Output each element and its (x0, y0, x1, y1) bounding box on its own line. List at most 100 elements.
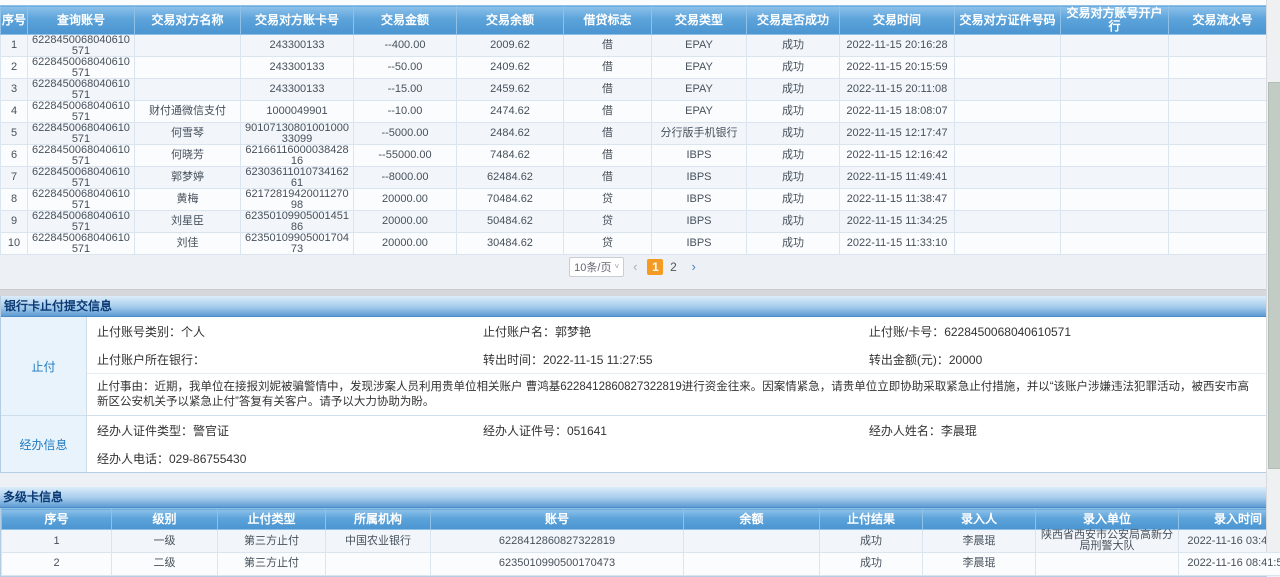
cell: IBPS (652, 145, 747, 167)
multi-card-table-wrap: 序号级别止付类型所属机构账号余额止付结果录入人录入单位录入时间 1一级第三方止付… (0, 508, 1267, 577)
cell (955, 167, 1061, 189)
field: 止付事由：近期，我单位在接报刘妮被骗警情中，发现涉案人员利用贵单位相关账户 曹鸿… (97, 380, 1256, 410)
cell: 6228450068040610571 (28, 35, 135, 57)
cell (1061, 57, 1169, 79)
cell: 刘佳 (135, 233, 241, 255)
field-row: 经办人证件类型：警官证经办人证件号：051641经办人姓名：李晨琨 (87, 416, 1266, 444)
cell: IBPS (652, 189, 747, 211)
cell: EPAY (652, 101, 747, 123)
page-size-select[interactable]: 10条/页 ˅ (569, 257, 624, 277)
cell (135, 57, 241, 79)
cell (1169, 101, 1277, 123)
column-header: 序号 (2, 509, 112, 530)
cell: 借 (564, 79, 652, 101)
field: 止付账户名：郭梦艳 (483, 323, 869, 340)
cell: 成功 (747, 57, 840, 79)
stop-payment-panel-title: 银行卡止付提交信息 (1, 296, 1266, 317)
cell (1061, 167, 1169, 189)
cell: 2022-11-15 11:49:41 (840, 167, 955, 189)
cell: 3 (1, 79, 28, 101)
cell: 黄梅 (135, 189, 241, 211)
cell (955, 57, 1061, 79)
cell (1061, 211, 1169, 233)
cell: EPAY (652, 35, 747, 57)
cell: 李晨琨 (923, 530, 1036, 553)
cell: 2 (1, 57, 28, 79)
cell: 6 (1, 145, 28, 167)
field: 经办人姓名：李晨琨 (869, 422, 1255, 439)
spacer (0, 278, 1267, 289)
cell: EPAY (652, 57, 747, 79)
field-row: 经办人电话：029-86755430 (87, 444, 1266, 472)
table-row: 66228450068040610571何晓芳62166116000038428… (1, 145, 1277, 167)
multi-card-body: 1一级第三方止付中国农业银行6228412860827322819成功李晨琨陕西… (2, 530, 1280, 576)
cell: 2022-11-15 11:34:25 (840, 211, 955, 233)
multi-card-table: 序号级别止付类型所属机构账号余额止付结果录入人录入单位录入时间 1一级第三方止付… (1, 508, 1280, 576)
cell: 8 (1, 189, 28, 211)
cell: --15.00 (354, 79, 457, 101)
cell: 借 (564, 123, 652, 145)
column-header: 交易对方名称 (135, 6, 241, 35)
transactions-table: 序号查询账号交易对方名称交易对方账卡号交易金额交易余额借贷标志交易类型交易是否成… (0, 5, 1277, 255)
cell: 2022-11-15 12:16:42 (840, 145, 955, 167)
cell: 6235010990500170473 (241, 233, 354, 255)
cell (1169, 167, 1277, 189)
field-row: 止付事由：近期，我单位在接报刘妮被骗警情中，发现涉案人员利用贵单位相关账户 曹鸿… (87, 373, 1266, 415)
field-row: 止付账户所在银行：转出时间：2022-11-15 11:27:55转出金额(元)… (87, 345, 1266, 373)
chevron-down-icon: ˅ (614, 262, 619, 271)
table-row: 1一级第三方止付中国农业银行6228412860827322819成功李晨琨陕西… (2, 530, 1280, 553)
section-label-zhifu: 止付 (1, 317, 87, 415)
column-header: 交易是否成功 (747, 6, 840, 35)
divider (0, 289, 1267, 296)
cell: --8000.00 (354, 167, 457, 189)
cell: 2 (2, 553, 112, 576)
cell: 郭梦婷 (135, 167, 241, 189)
cell: 6228450068040610571 (28, 189, 135, 211)
page-button-2[interactable]: 2 (665, 259, 681, 275)
page-buttons: 12 (646, 259, 682, 275)
cell: 7484.62 (457, 145, 564, 167)
table-row: 96228450068040610571刘星臣62350109905001451… (1, 211, 1277, 233)
cell: 2022-11-15 20:15:59 (840, 57, 955, 79)
cell: 20000.00 (354, 189, 457, 211)
page-button-1[interactable]: 1 (647, 259, 663, 275)
column-header: 录入人 (923, 509, 1036, 530)
cell (1169, 35, 1277, 57)
cell: 李晨琨 (923, 553, 1036, 576)
cell: 借 (564, 167, 652, 189)
cell (955, 101, 1061, 123)
cell: 6228450068040610571 (28, 233, 135, 255)
field: 经办人电话：029-86755430 (97, 450, 483, 467)
cell: 成功 (747, 35, 840, 57)
cell: 6228450068040610571 (28, 101, 135, 123)
field: 止付账号类别：个人 (97, 323, 483, 340)
next-page-button[interactable]: › (689, 259, 697, 274)
cell: 2022-11-15 11:38:47 (840, 189, 955, 211)
table-row: 76228450068040610571郭梦婷62303611010734162… (1, 167, 1277, 189)
cell: --400.00 (354, 35, 457, 57)
cell (1169, 79, 1277, 101)
cell (1169, 123, 1277, 145)
cell: --5000.00 (354, 123, 457, 145)
cell: 6228450068040610571 (28, 79, 135, 101)
zhifu-fields: 止付账号类别：个人止付账户名：郭梦艳止付账/卡号：622845006804061… (87, 317, 1266, 415)
cell: 243300133 (241, 57, 354, 79)
cell: --10.00 (354, 101, 457, 123)
cell: 贷 (564, 211, 652, 233)
cell (684, 530, 820, 553)
cell: 6228450068040610571 (28, 211, 135, 233)
cell (1169, 233, 1277, 255)
prev-page-button[interactable]: ‹ (631, 259, 639, 274)
scrollbar-thumb[interactable] (1268, 82, 1280, 469)
cell: 2022-11-16 03:40:51 (1179, 530, 1280, 553)
cell: 成功 (820, 530, 923, 553)
cell: 借 (564, 101, 652, 123)
cell: 9 (1, 211, 28, 233)
field: 转出金额(元)：20000 (869, 351, 1255, 368)
cell: 成功 (747, 211, 840, 233)
vertical-scrollbar[interactable] (1266, 0, 1280, 552)
handler-info-section: 经办信息 经办人证件类型：警官证经办人证件号：051641经办人姓名：李晨琨经办… (1, 415, 1266, 472)
cell: 分行版手机银行 (652, 123, 747, 145)
cell: 62484.62 (457, 167, 564, 189)
cell (1061, 123, 1169, 145)
